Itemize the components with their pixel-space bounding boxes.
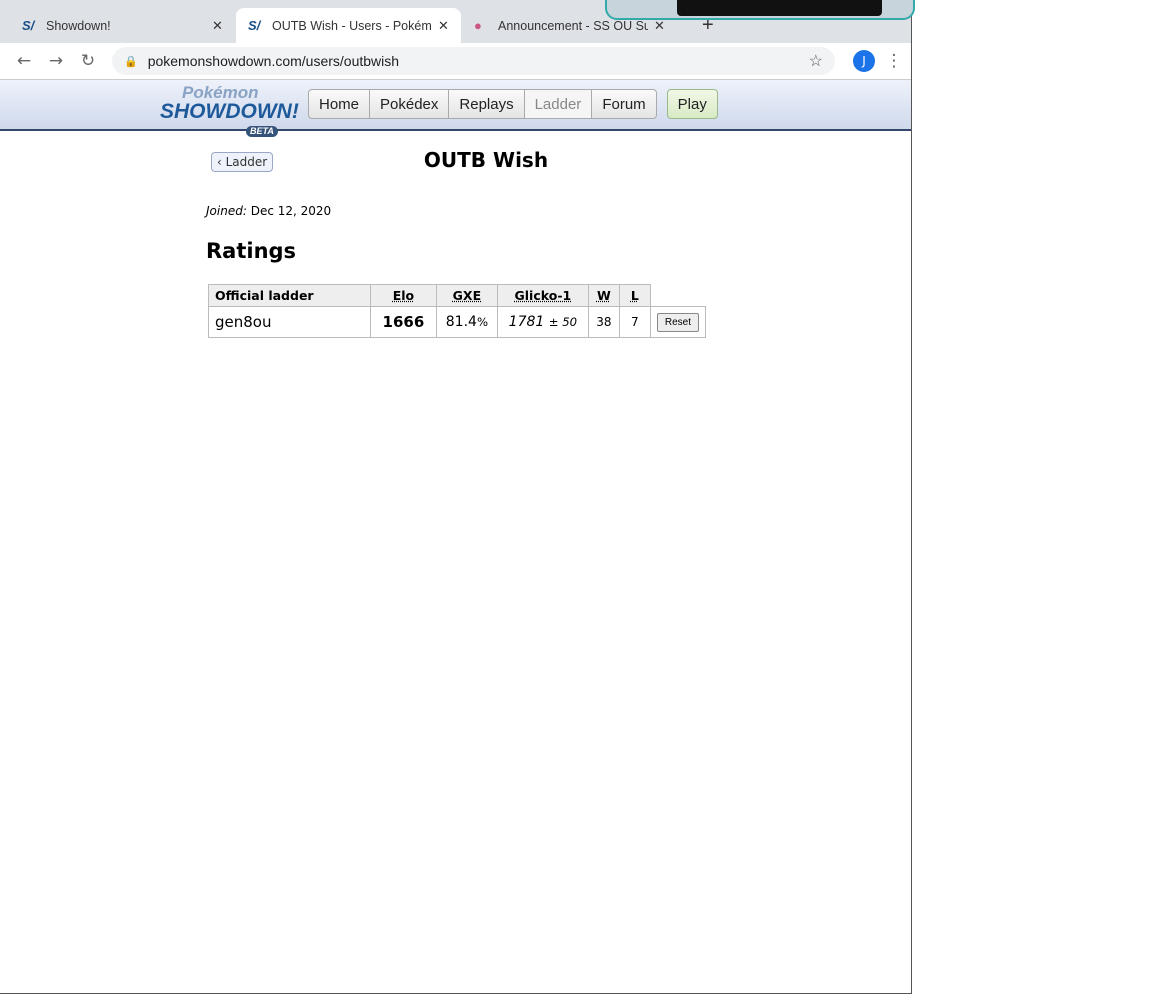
tab-showdown[interactable]: S/Showdown! ✕ bbox=[10, 8, 235, 43]
showdown-favicon-icon: S/ bbox=[22, 18, 35, 33]
reload-icon[interactable]: ↻ bbox=[72, 51, 104, 71]
profile-avatar[interactable]: J bbox=[853, 50, 875, 72]
nav-home[interactable]: Home bbox=[308, 89, 371, 119]
site-header: Pokémon SHOWDOWN! BETA Home Pokédex Repl… bbox=[0, 80, 911, 137]
nav-pokedex[interactable]: Pokédex bbox=[369, 89, 450, 119]
back-icon[interactable]: ← bbox=[8, 51, 40, 71]
bookmark-star-icon[interactable]: ☆ bbox=[809, 51, 823, 71]
play-button[interactable]: Play bbox=[666, 89, 718, 119]
elo-header: Elo bbox=[392, 288, 415, 303]
pokemon-favicon-icon: ● bbox=[474, 18, 482, 33]
showdown-favicon-icon: S/ bbox=[248, 18, 261, 33]
close-tab-icon[interactable]: ✕ bbox=[438, 18, 449, 34]
address-bar-row: ← → ↻ 🔒 pokemonshowdown.com/users/outbwis… bbox=[0, 43, 911, 80]
nav-replays[interactable]: Replays bbox=[448, 89, 525, 119]
table-header: Official ladder Elo GXE Glicko-1 W L bbox=[208, 284, 706, 307]
joined-info: Joined: Dec 12, 2020 bbox=[206, 204, 332, 218]
url-input[interactable]: 🔒 pokemonshowdown.com/users/outbwish ☆ bbox=[112, 47, 835, 75]
glicko-header: Glicko-1 bbox=[514, 288, 572, 303]
tab-user[interactable]: S/OUTB Wish - Users - Pokémon ✕ bbox=[236, 8, 461, 43]
losses-header: L bbox=[630, 288, 639, 303]
ratings-heading: Ratings bbox=[206, 239, 297, 263]
widget-screen bbox=[677, 0, 882, 16]
nav-ladder[interactable]: Ladder bbox=[523, 89, 593, 119]
ratings-table: Official ladder Elo GXE Glicko-1 W L gen… bbox=[208, 284, 707, 338]
nav-forum[interactable]: Forum bbox=[591, 89, 657, 119]
page-title: OUTB Wish bbox=[423, 148, 549, 172]
showdown-logo[interactable]: Pokémon SHOWDOWN! BETA bbox=[160, 84, 299, 138]
lock-icon: 🔒 bbox=[124, 55, 138, 68]
gxe-header: GXE bbox=[452, 288, 482, 303]
site-nav: Home Pokédex Replays Ladder Forum Play bbox=[308, 89, 718, 119]
menu-icon[interactable]: ⋮ bbox=[885, 51, 903, 71]
close-tab-icon[interactable]: ✕ bbox=[212, 18, 223, 34]
desktop-widget-overlay bbox=[605, 0, 915, 20]
table-row: gen8ou 1666 81.4% 1781 ± 50 38 7 Reset bbox=[208, 306, 707, 338]
wins-header: W bbox=[596, 288, 611, 303]
forward-icon[interactable]: → bbox=[40, 51, 72, 71]
browser-window: S/Showdown! ✕ S/OUTB Wish - Users - Pokém… bbox=[0, 0, 912, 994]
reset-button[interactable]: Reset bbox=[656, 312, 699, 332]
